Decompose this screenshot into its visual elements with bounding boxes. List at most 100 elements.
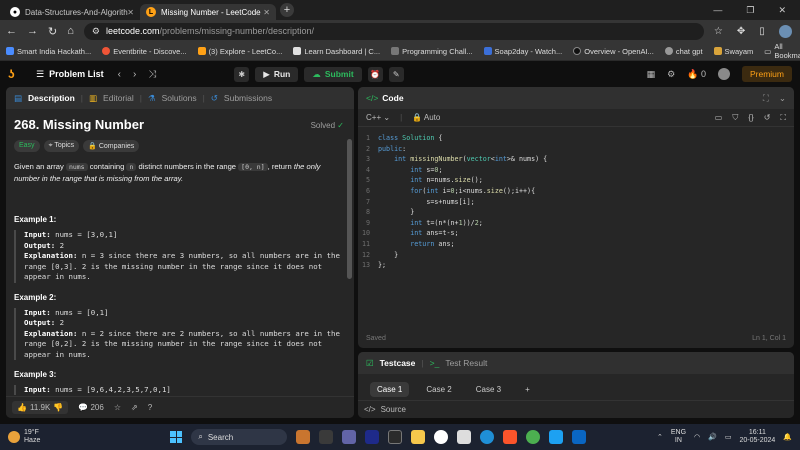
reset-icon[interactable]: ↺ bbox=[764, 113, 771, 122]
problem-list-button[interactable]: ☰ Problem List bbox=[36, 69, 104, 80]
sidepanel-icon[interactable]: ▯ bbox=[759, 26, 765, 37]
close-window-icon[interactable]: ✕ bbox=[778, 5, 786, 16]
notes-icon[interactable]: ✎ bbox=[388, 66, 404, 82]
windows-start-icon[interactable] bbox=[170, 431, 183, 443]
problem-title[interactable]: 268. Missing Number bbox=[14, 117, 346, 132]
tab-test-result[interactable]: Test Result bbox=[445, 358, 487, 368]
debug-icon[interactable]: ✱ bbox=[234, 66, 250, 82]
tab-code[interactable]: Code bbox=[382, 93, 403, 103]
share-icon[interactable]: ⇗ bbox=[131, 403, 138, 412]
like-button[interactable]: 👍 11.9K 👎 bbox=[12, 401, 69, 414]
bookmark-icon[interactable]: ⛉ bbox=[732, 113, 738, 123]
close-tab-icon[interactable]: ✕ bbox=[127, 8, 134, 17]
shuffle-icon[interactable]: ⤨ bbox=[148, 69, 156, 80]
chrome-icon[interactable] bbox=[526, 430, 541, 444]
all-bookmarks[interactable]: ▭All Bookmarks bbox=[764, 42, 800, 60]
address-toolbar: ← → ↻ ⌂ ⚙ leetcode.com/problems/missing-… bbox=[0, 20, 800, 42]
bookmark-item[interactable]: Soap2day - Watch... bbox=[483, 47, 562, 56]
favorite-star-icon[interactable]: ☆ bbox=[114, 403, 121, 412]
case-tab[interactable]: Case 2 bbox=[419, 382, 458, 397]
collapse-icon[interactable]: ⌄ bbox=[779, 93, 786, 104]
tab-solutions[interactable]: Solutions bbox=[162, 93, 197, 103]
battery-icon[interactable]: ▭ bbox=[725, 433, 732, 441]
fullscreen-icon[interactable]: ⛶ bbox=[780, 113, 786, 123]
bookmark-item[interactable]: Learn Dashboard | C... bbox=[293, 47, 380, 56]
topics-button[interactable]: ⌖ Topics bbox=[43, 140, 80, 152]
visual-studio-icon[interactable] bbox=[365, 430, 380, 444]
clock[interactable]: 16:11 20-05-2024 bbox=[739, 429, 775, 445]
premium-button[interactable]: Premium bbox=[741, 66, 792, 82]
scrollbar-thumb[interactable] bbox=[347, 139, 352, 279]
tab-submissions[interactable]: Submissions bbox=[224, 93, 272, 103]
submit-button[interactable]: ☁ Submit bbox=[304, 66, 362, 82]
checkbox-icon: ☑ bbox=[366, 357, 374, 368]
maximize-icon[interactable]: ⛶ bbox=[763, 93, 769, 104]
terminal-app-icon[interactable] bbox=[388, 430, 403, 444]
restore-icon[interactable]: ❐ bbox=[746, 5, 754, 16]
tray-overflow-icon[interactable]: ⌃ bbox=[657, 433, 663, 441]
streak[interactable]: 🔥 0 bbox=[687, 69, 706, 80]
source-toggle[interactable]: </> Source bbox=[358, 400, 794, 418]
note-icon[interactable]: ▭ bbox=[715, 113, 723, 122]
bookmark-item[interactable]: Programming Chall... bbox=[391, 47, 473, 56]
companies-button[interactable]: 🔒 Companies bbox=[83, 140, 140, 152]
bookmark-item[interactable]: (3) Explore - LeetCo... bbox=[197, 47, 282, 56]
wikipedia-icon[interactable] bbox=[434, 430, 449, 444]
bookmark-item[interactable]: Eventbrite - Discove... bbox=[102, 47, 187, 56]
language-indicator[interactable]: ENG IN bbox=[671, 429, 686, 445]
timer-icon[interactable]: ⏰ bbox=[367, 66, 383, 82]
browser-tab-github[interactable]: ● Data-Structures-And-Algorith ✕ bbox=[4, 4, 140, 20]
bookmark-item[interactable]: Overview - OpenAI... bbox=[573, 47, 654, 56]
add-case-button[interactable]: + bbox=[518, 382, 537, 397]
autocomplete-mode[interactable]: 🔒 Auto bbox=[412, 113, 440, 122]
volume-icon[interactable]: 🔊 bbox=[708, 433, 717, 441]
settings-icon[interactable]: ⚙ bbox=[667, 69, 675, 80]
widget-app-icon[interactable] bbox=[296, 430, 311, 444]
url-input[interactable]: ⚙ leetcode.com/problems/missing-number/d… bbox=[83, 22, 704, 40]
code-editor[interactable]: 1 class Solution { 2 public: 3 int missing… bbox=[358, 127, 794, 271]
home-icon[interactable]: ⌂ bbox=[67, 25, 74, 37]
brave-icon[interactable] bbox=[503, 430, 518, 444]
case-tab[interactable]: Case 3 bbox=[469, 382, 508, 397]
forward-icon[interactable]: → bbox=[27, 25, 38, 37]
next-problem-icon[interactable]: › bbox=[133, 69, 136, 80]
tab-editorial[interactable]: Editorial bbox=[103, 93, 134, 103]
case-tab[interactable]: Case 1 bbox=[370, 382, 410, 397]
reload-icon[interactable]: ↻ bbox=[48, 25, 57, 38]
teams-icon[interactable] bbox=[342, 430, 357, 444]
tab-testcase[interactable]: Testcase bbox=[380, 358, 416, 368]
task-view-icon[interactable] bbox=[319, 430, 334, 444]
twitter-icon[interactable] bbox=[549, 430, 564, 444]
comments-button[interactable]: 💬 206 bbox=[78, 403, 104, 412]
run-button[interactable]: ▶ Run bbox=[255, 66, 299, 82]
bookmark-star-icon[interactable]: ☆ bbox=[714, 26, 723, 37]
prev-problem-icon[interactable]: ‹ bbox=[118, 69, 121, 80]
extensions-icon[interactable]: ✥ bbox=[737, 26, 745, 37]
notion-icon[interactable] bbox=[457, 430, 472, 444]
bookmark-item[interactable]: Swayam bbox=[713, 47, 753, 56]
minimize-icon[interactable]: — bbox=[713, 5, 722, 16]
linkedin-icon[interactable] bbox=[572, 430, 587, 444]
profile-avatar[interactable] bbox=[778, 24, 792, 38]
leetcode-logo-icon[interactable]: ʖ bbox=[8, 67, 22, 81]
taskbar-search[interactable]: ⌕ Search bbox=[191, 429, 288, 445]
bookmark-item[interactable]: Smart India Hackath... bbox=[6, 47, 91, 56]
tab-description[interactable]: Description bbox=[28, 93, 75, 103]
notification-icon[interactable]: 🔔 bbox=[783, 433, 792, 441]
site-info-icon[interactable]: ⚙ bbox=[92, 26, 100, 37]
help-icon[interactable]: ? bbox=[148, 403, 152, 412]
browser-tab-leetcode[interactable]: L Missing Number - LeetCode ✕ bbox=[140, 4, 276, 20]
layout-icon[interactable]: ▦ bbox=[647, 69, 656, 80]
back-icon[interactable]: ← bbox=[6, 25, 17, 37]
close-tab-icon[interactable]: ✕ bbox=[263, 8, 270, 17]
weather-widget[interactable]: 19°F Haze bbox=[8, 429, 40, 445]
wifi-icon[interactable]: ◠ bbox=[694, 433, 700, 441]
user-avatar[interactable] bbox=[717, 68, 730, 80]
edge-icon[interactable] bbox=[480, 430, 495, 444]
format-icon[interactable]: {} bbox=[748, 113, 753, 122]
file-explorer-icon[interactable] bbox=[411, 430, 426, 444]
language-select[interactable]: C++ ⌄ bbox=[366, 113, 390, 122]
new-tab-button[interactable]: + bbox=[280, 3, 294, 17]
thumbs-down-icon[interactable]: 👎 bbox=[53, 403, 63, 412]
bookmark-item[interactable]: chat gpt bbox=[664, 47, 703, 56]
